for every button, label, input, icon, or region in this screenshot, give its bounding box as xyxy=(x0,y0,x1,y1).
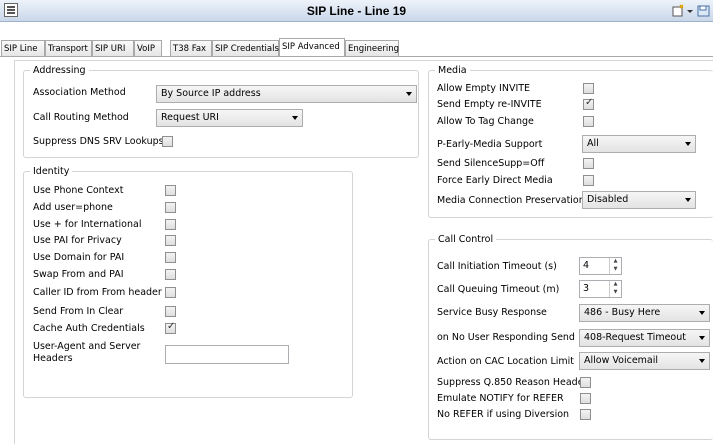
association-method-label: Association Method xyxy=(33,87,126,98)
use-domain-pai-label: Use Domain for PAI xyxy=(33,252,125,263)
p-early-media-label: P-Early-Media Support xyxy=(437,139,543,150)
no-refer-diversion-label: No REFER if using Diversion xyxy=(437,409,570,420)
call-queuing-value: 3 xyxy=(583,283,590,294)
force-early-direct-checkbox[interactable] xyxy=(583,175,594,186)
call-initiation-value: 4 xyxy=(583,260,590,271)
allow-to-tag-change-checkbox[interactable] xyxy=(583,116,594,127)
send-silencesupp-label: Send SilenceSupp=Off xyxy=(437,158,545,169)
use-pai-privacy-label: Use PAI for Privacy xyxy=(33,235,122,246)
use-pai-privacy-checkbox[interactable] xyxy=(165,235,176,246)
spin-down-icon[interactable]: ▼ xyxy=(611,266,620,273)
allow-to-tag-change-label: Allow To Tag Change xyxy=(437,116,534,127)
send-from-in-clear-label: Send From In Clear xyxy=(33,306,124,317)
service-busy-value: 486 - Busy Here xyxy=(584,307,661,318)
tab-sip-uri[interactable]: SIP URI xyxy=(92,40,134,57)
no-user-responding-label: on No User Responding Send xyxy=(437,332,575,343)
p-early-media-select[interactable]: All xyxy=(582,135,696,153)
allow-empty-invite-checkbox[interactable] xyxy=(583,83,594,94)
swap-from-pai-label: Swap From and PAI xyxy=(33,269,124,280)
use-domain-pai-checkbox[interactable] xyxy=(165,252,176,263)
spin-up-icon[interactable]: ▲ xyxy=(611,258,620,265)
chevron-down-icon xyxy=(685,198,691,202)
service-busy-label: Service Busy Response xyxy=(437,307,547,318)
user-agent-label-line2: Headers xyxy=(33,353,73,364)
tab-sip-credentials[interactable]: SIP Credentials xyxy=(212,40,279,57)
user-agent-input[interactable] xyxy=(165,345,289,364)
emulate-notify-label: Emulate NOTIFY for REFER xyxy=(437,393,564,404)
tab-engineering[interactable]: Engineering xyxy=(345,40,399,57)
call-queuing-label: Call Queuing Timeout (m) xyxy=(437,284,560,295)
force-early-direct-label: Force Early Direct Media xyxy=(437,175,553,186)
tab-divider xyxy=(0,56,713,57)
use-phone-context-label: Use Phone Context xyxy=(33,185,124,196)
media-connection-label: Media Connection Preservation xyxy=(437,195,585,206)
association-method-value: By Source IP address xyxy=(161,88,261,99)
send-silencesupp-checkbox[interactable] xyxy=(583,158,594,169)
no-user-responding-value: 408-Request Timeout xyxy=(584,332,686,343)
call-routing-method-select[interactable]: Request URI xyxy=(156,109,303,127)
call-initiation-spinner[interactable]: 4 ▲ ▼ xyxy=(579,257,622,275)
addressing-legend: Addressing xyxy=(33,65,86,76)
chevron-down-icon xyxy=(406,92,412,96)
identity-legend: Identity xyxy=(33,166,70,177)
chevron-down-icon xyxy=(699,359,705,363)
caller-id-from-header-label: Caller ID from From header xyxy=(33,287,162,298)
emulate-notify-checkbox[interactable] xyxy=(580,393,591,404)
title-bar: SIP Line - Line 19 xyxy=(0,0,713,22)
tab-t38-fax[interactable]: T38 Fax xyxy=(170,40,212,57)
suppress-q850-checkbox[interactable] xyxy=(580,377,591,388)
swap-from-pai-checkbox[interactable] xyxy=(165,269,176,280)
allow-empty-invite-label: Allow Empty INVITE xyxy=(437,83,531,94)
tab-sip-advanced[interactable]: SIP Advanced xyxy=(279,38,345,57)
media-connection-select[interactable]: Disabled xyxy=(582,191,696,209)
media-connection-value: Disabled xyxy=(587,194,629,205)
save-icon[interactable] xyxy=(697,4,711,17)
media-legend: Media xyxy=(438,65,467,76)
use-plus-international-label: Use + for International xyxy=(33,219,142,230)
call-control-legend: Call Control xyxy=(438,234,494,245)
tab-strip: SIP Line Transport SIP URI VoIP T38 Fax … xyxy=(0,38,713,57)
add-user-phone-checkbox[interactable] xyxy=(165,202,176,213)
chevron-down-icon xyxy=(292,116,298,120)
tab-transport[interactable]: Transport xyxy=(45,40,92,57)
send-empty-reinvite-label: Send Empty re-INVITE xyxy=(437,99,542,110)
tab-voip[interactable]: VoIP xyxy=(134,40,162,57)
new-document-icon[interactable] xyxy=(671,4,685,17)
call-routing-method-value: Request URI xyxy=(161,112,219,123)
call-routing-method-label: Call Routing Method xyxy=(33,112,129,123)
use-phone-context-checkbox[interactable] xyxy=(165,185,176,196)
service-busy-select[interactable]: 486 - Busy Here xyxy=(579,304,710,322)
suppress-q850-label: Suppress Q.850 Reason Header xyxy=(437,377,588,388)
user-agent-label: User-Agent and Server xyxy=(33,341,141,352)
cache-auth-credentials-checkbox[interactable] xyxy=(165,321,176,334)
chevron-down-icon xyxy=(699,336,705,340)
add-user-phone-label: Add user=phone xyxy=(33,202,113,213)
association-method-select[interactable]: By Source IP address xyxy=(156,85,417,103)
cache-auth-credentials-label: Cache Auth Credentials xyxy=(33,323,145,334)
p-early-media-value: All xyxy=(587,138,599,149)
use-plus-international-checkbox[interactable] xyxy=(165,219,176,230)
spin-up-icon[interactable]: ▲ xyxy=(611,281,620,288)
send-empty-reinvite-checkbox[interactable] xyxy=(583,97,594,110)
cac-location-limit-label: Action on CAC Location Limit xyxy=(437,356,574,367)
caller-id-from-header-checkbox[interactable] xyxy=(165,287,176,298)
send-from-in-clear-checkbox[interactable] xyxy=(165,306,176,317)
chevron-down-icon xyxy=(699,311,705,315)
cac-location-limit-value: Allow Voicemail xyxy=(584,355,659,366)
dropdown-arrow-icon[interactable] xyxy=(686,4,694,17)
cac-location-limit-select[interactable]: Allow Voicemail xyxy=(579,352,710,370)
suppress-dns-label: Suppress DNS SRV Lookups xyxy=(33,136,164,147)
spin-down-icon[interactable]: ▼ xyxy=(611,289,620,296)
no-refer-diversion-checkbox[interactable] xyxy=(580,409,591,420)
call-queuing-spinner[interactable]: 3 ▲ ▼ xyxy=(579,280,622,298)
tab-sip-line[interactable]: SIP Line xyxy=(1,40,45,57)
call-initiation-label: Call Initiation Timeout (s) xyxy=(437,261,557,272)
chevron-down-icon xyxy=(685,142,691,146)
no-user-responding-select[interactable]: 408-Request Timeout xyxy=(579,329,710,347)
suppress-dns-checkbox[interactable] xyxy=(162,136,173,147)
window-title: SIP Line - Line 19 xyxy=(306,4,407,18)
